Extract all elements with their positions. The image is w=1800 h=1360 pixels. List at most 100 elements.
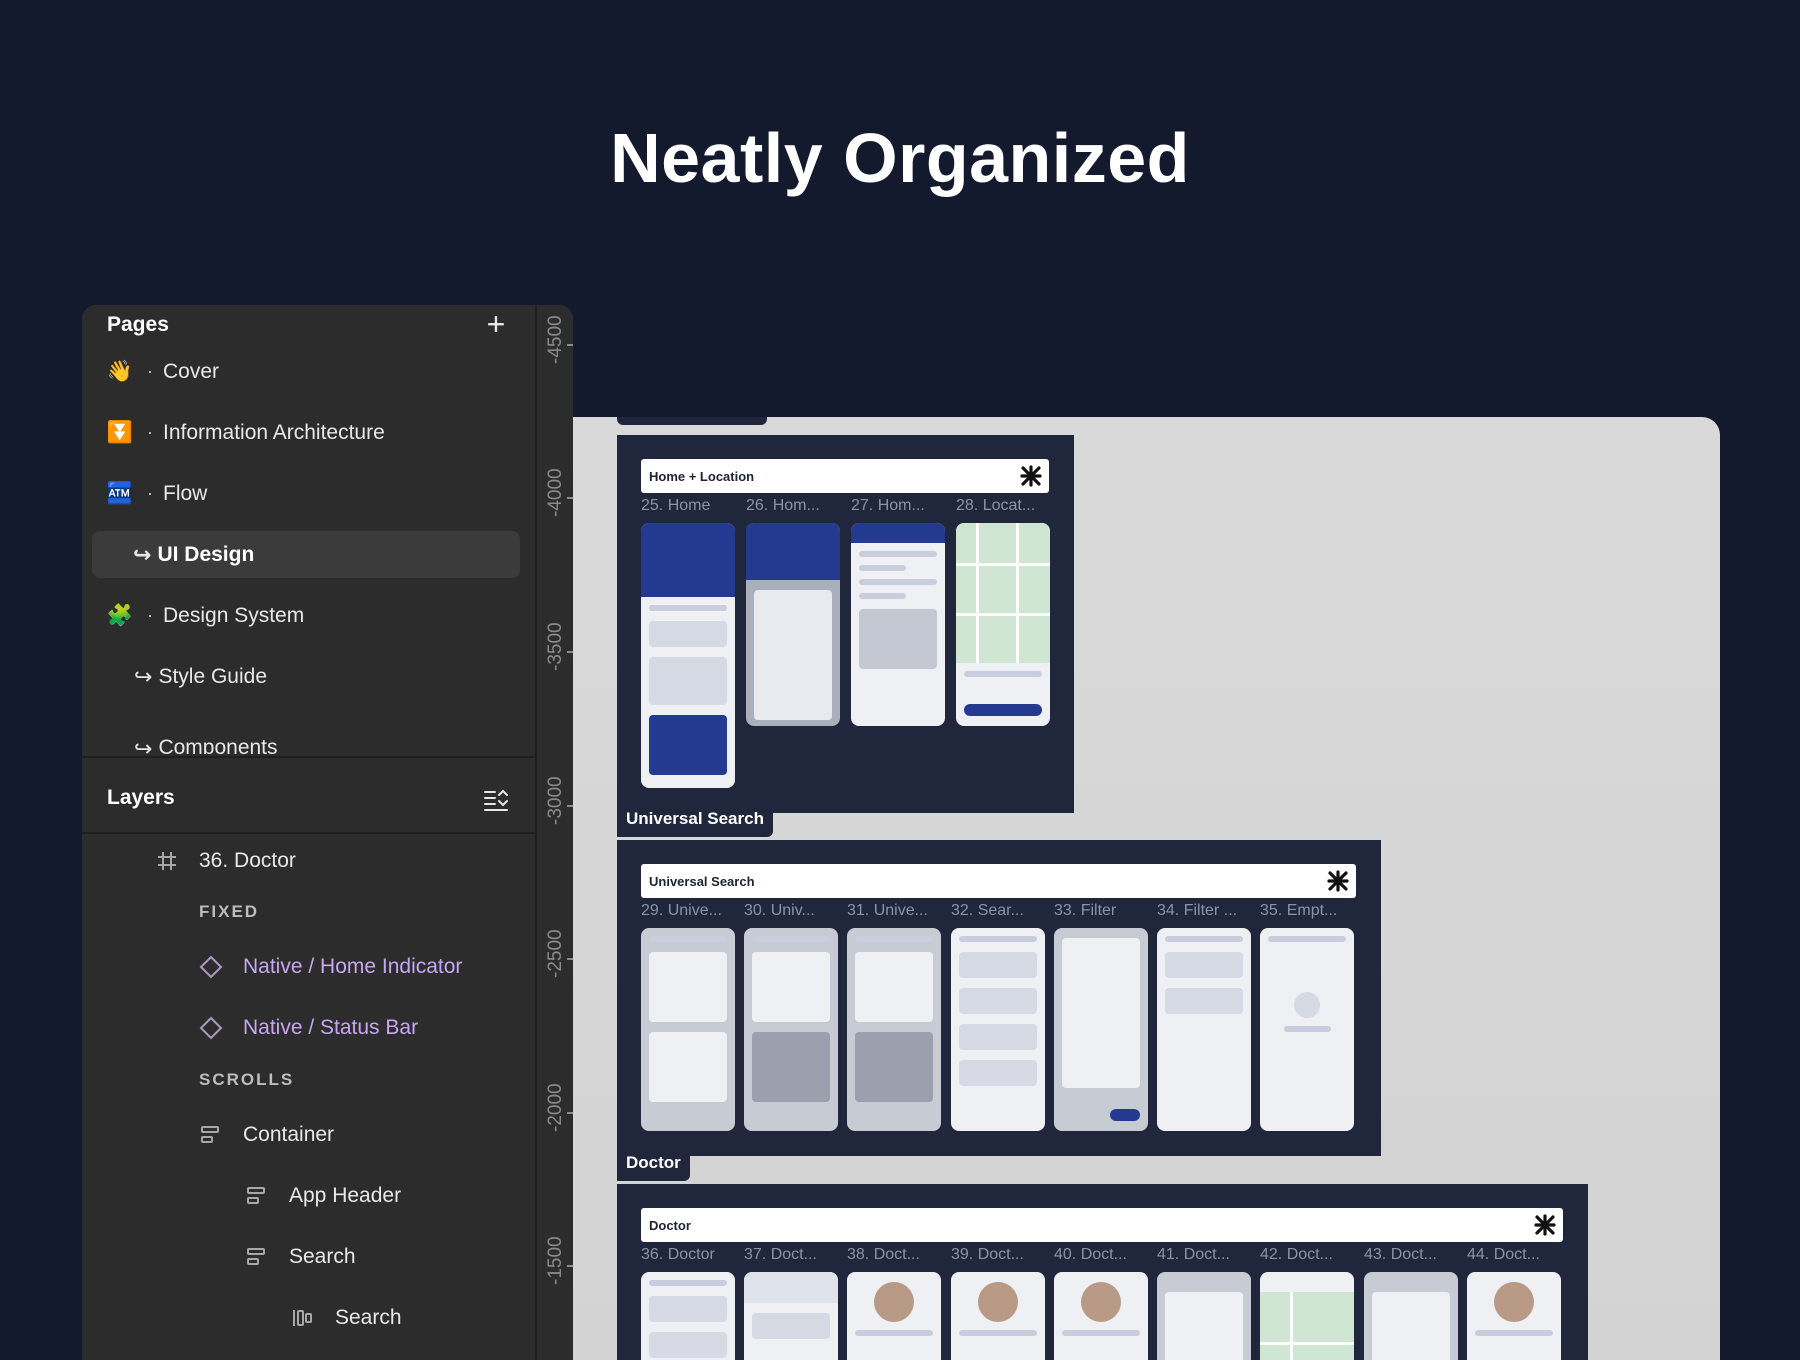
screen-thumbnail[interactable] (951, 1272, 1045, 1360)
layer-label: Native / Home Indicator (243, 955, 463, 978)
section-title-bar: Home + Location (641, 459, 1049, 493)
layer-search[interactable]: Search (291, 1298, 402, 1338)
layer-search-group[interactable]: Search (245, 1237, 356, 1277)
screen-content (855, 936, 933, 942)
screen-thumbnail[interactable] (1260, 1272, 1354, 1360)
screen-thumbnail[interactable] (1467, 1272, 1561, 1360)
screen-thumbnail[interactable] (1054, 1272, 1148, 1360)
screen-label: 38. Doct... (847, 1246, 920, 1263)
ruler-label: -3000 (545, 776, 566, 826)
page-item-information-architecture[interactable]: ⏬ · Information Architecture (92, 409, 520, 456)
screen-content (1165, 952, 1243, 978)
frame-icon (158, 852, 176, 870)
screen-thumbnail[interactable] (744, 1272, 838, 1360)
screen-content (1268, 936, 1346, 942)
page-label: Information Architecture (163, 420, 385, 444)
section-divider (82, 832, 535, 834)
component-instance-icon (199, 1016, 223, 1040)
sidebar: Pages + 👋 · Cover ⏬ · Information Archit… (82, 305, 535, 1360)
screen-thumbnail[interactable] (641, 1272, 735, 1360)
screen-header (641, 523, 735, 598)
screen-content (959, 988, 1037, 1014)
layers-panel: Pages + 👋 · Cover ⏬ · Information Archit… (82, 305, 573, 1360)
page-item-components[interactable]: ↪ Components (92, 714, 520, 754)
screen-content (1284, 1026, 1331, 1032)
section-title: Universal Search (649, 873, 755, 889)
screen-thumbnail[interactable] (847, 928, 941, 1131)
screen-thumbnail[interactable] (641, 928, 735, 1131)
layer-label: Search (335, 1306, 402, 1329)
page-item-flow[interactable]: 🏧 · Flow (92, 470, 520, 517)
screen-thumbnail[interactable] (641, 523, 735, 788)
page-label: Cover (163, 359, 220, 383)
atm-icon: 🏧 (106, 481, 134, 505)
screen-label: 36. Doctor (641, 1246, 715, 1263)
section-tab-universal-search[interactable]: Universal Search (617, 801, 773, 837)
collapse-layers-icon[interactable] (481, 785, 511, 815)
layer-app-header[interactable]: App Header (245, 1176, 401, 1216)
screen-content (752, 1312, 830, 1339)
screen-label: 41. Doct... (1157, 1246, 1230, 1263)
ruler-label: -2000 (545, 1083, 566, 1133)
page-item-ui-design[interactable]: ↪ UI Design (92, 531, 520, 578)
layer-native-home-indicator[interactable]: Native / Home Indicator (199, 947, 462, 987)
bullet-icon: · (147, 605, 153, 625)
screen-label: 35. Empt... (1260, 902, 1338, 919)
screen-thumbnail[interactable] (1364, 1272, 1458, 1360)
layers-heading: Layers (107, 786, 175, 809)
screen-label: 34. Filter ... (1157, 902, 1238, 919)
horizontal-layout-icon (293, 1310, 312, 1326)
bullet-icon: · (147, 361, 153, 381)
section-doctor[interactable]: Doctor 36. Doctor 37. Doct... 38. Doct..… (617, 1184, 1588, 1360)
screen-content (959, 1330, 1037, 1336)
screen-thumbnail[interactable] (951, 928, 1045, 1131)
add-page-button[interactable]: + (481, 308, 511, 340)
section-title: Home + Location (649, 468, 755, 484)
screen-label: 27. Hom... (851, 497, 925, 514)
screen-content (1165, 988, 1243, 1014)
screen-header (851, 523, 945, 544)
screen-content (859, 579, 937, 586)
screen-thumbnail[interactable] (744, 928, 838, 1131)
screen-content (959, 936, 1037, 942)
layer-container[interactable]: Container (199, 1115, 334, 1155)
screen-thumbnail[interactable] (746, 523, 840, 726)
layer-36-doctor[interactable]: 36. Doctor (155, 841, 296, 881)
component-instance-icon (199, 955, 223, 979)
screen-thumbnail[interactable] (1157, 1272, 1251, 1360)
map-road (976, 523, 979, 663)
doctor-photo (874, 1282, 914, 1322)
screen-content (859, 565, 906, 572)
page-item-cover[interactable]: 👋 · Cover (92, 348, 520, 395)
section-title-bar: Doctor (641, 1208, 1563, 1242)
layer-native-status-bar[interactable]: Native / Status Bar (199, 1008, 418, 1048)
screen-sheet (754, 589, 832, 720)
screen-thumbnail[interactable] (1260, 928, 1354, 1131)
vertical-ruler: -4500 -4000 -3500 -3000 -2500 -2000 -150… (535, 305, 573, 1360)
design-canvas[interactable]: Home + Location 25. Home 26. Hom... 27. … (573, 417, 1720, 1360)
screen-keyboard (752, 1032, 830, 1102)
section-title: Doctor (649, 1217, 691, 1233)
ruler-tick (567, 344, 573, 346)
screen-thumbnail[interactable] (847, 1272, 941, 1360)
hero-title: Neatly Organized (610, 119, 1190, 197)
map-road (1016, 523, 1019, 663)
page-label: Flow (163, 481, 208, 505)
section-tab-doctor[interactable]: Doctor (617, 1145, 690, 1181)
section-home-location[interactable]: Home + Location 25. Home 26. Hom... 27. … (617, 435, 1074, 813)
screen-thumbnail[interactable] (1054, 928, 1148, 1131)
page-item-style-guide[interactable]: ↪ Style Guide (92, 653, 520, 700)
screen-thumbnail[interactable] (1157, 928, 1251, 1131)
screen-content (752, 952, 830, 1022)
section-universal-search[interactable]: Universal Search 29. Unive... 30. Univ..… (617, 840, 1381, 1156)
apply-button (1110, 1109, 1140, 1121)
screen-thumbnail[interactable] (956, 523, 1050, 726)
subpage-arrow-icon: ↪ (134, 736, 153, 754)
screen-thumbnail[interactable] (851, 523, 945, 726)
screen-keyboard (859, 609, 937, 670)
ruler-label: -2500 (545, 929, 566, 979)
screen-label: 26. Hom... (746, 497, 820, 514)
bullet-icon: · (147, 422, 153, 442)
page-item-design-system[interactable]: 🧩 · Design System (92, 592, 520, 639)
screen-content (752, 936, 830, 942)
